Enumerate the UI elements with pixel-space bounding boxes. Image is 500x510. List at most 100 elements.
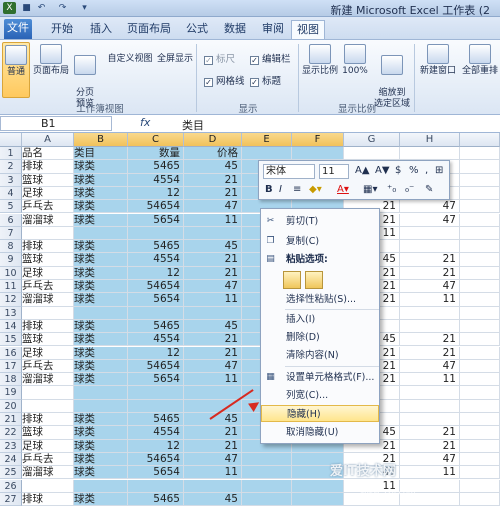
cell-b[interactable]: 球类: [74, 213, 128, 227]
cell-d[interactable]: 价格: [184, 147, 242, 161]
cell-i[interactable]: [460, 346, 500, 360]
row-header[interactable]: 25: [0, 466, 22, 480]
cell-h[interactable]: [400, 386, 460, 400]
row-header[interactable]: 18: [0, 373, 22, 387]
cell-h[interactable]: 47: [400, 200, 460, 214]
cell-a[interactable]: 足球: [22, 346, 74, 360]
cell-c[interactable]: 12: [128, 439, 184, 453]
cell-d[interactable]: 47: [184, 280, 242, 294]
increase-font-icon[interactable]: A▲: [355, 164, 370, 178]
row-header[interactable]: 5: [0, 200, 22, 214]
cell-h[interactable]: [400, 306, 460, 320]
cell-i[interactable]: [460, 452, 500, 467]
row-header[interactable]: 13: [0, 306, 22, 320]
cell-b[interactable]: 球类: [74, 240, 128, 254]
cell-d[interactable]: 45: [184, 492, 242, 507]
row-header[interactable]: 23: [0, 439, 22, 453]
cell-d[interactable]: 11: [184, 373, 242, 387]
row-header[interactable]: 19: [0, 386, 22, 400]
currency-icon[interactable]: $: [395, 164, 401, 178]
zoom-button[interactable]: 显示比例: [302, 42, 338, 98]
gridlines-checkbox[interactable]: ✓ 网格线: [204, 73, 245, 87]
cell-c[interactable]: 5654: [128, 373, 184, 387]
cell-b[interactable]: [74, 399, 128, 413]
menu-item-unhide[interactable]: 取消隐藏(U): [261, 424, 379, 441]
menu-item-column-width[interactable]: 列宽(C)...: [261, 387, 379, 404]
cell-i[interactable]: [460, 466, 500, 480]
cell-c[interactable]: 5465: [128, 240, 184, 254]
row-header[interactable]: 17: [0, 359, 22, 374]
tab-formulas[interactable]: 公式: [180, 20, 214, 39]
cell-d[interactable]: 21: [184, 266, 242, 280]
cell-i[interactable]: [460, 439, 500, 453]
cell-a[interactable]: 品名: [22, 147, 74, 161]
cell-b[interactable]: 球类: [74, 346, 128, 360]
cell-d[interactable]: 21: [184, 439, 242, 453]
cell-d[interactable]: 45: [184, 319, 242, 334]
menu-item-insert[interactable]: 插入(I): [261, 311, 379, 328]
cell-h[interactable]: [400, 399, 460, 413]
row-header[interactable]: 22: [0, 426, 22, 440]
row-header[interactable]: 26: [0, 479, 22, 493]
cell-i[interactable]: [460, 399, 500, 413]
cell-i[interactable]: [460, 293, 500, 307]
cell-b[interactable]: 球类: [74, 266, 128, 280]
row-header[interactable]: 9: [0, 253, 22, 267]
cell-h[interactable]: [400, 147, 460, 161]
cell-a[interactable]: [22, 226, 74, 241]
cell-a[interactable]: 溜溜球: [22, 293, 74, 307]
cell-c[interactable]: [128, 399, 184, 413]
cell-c[interactable]: 4554: [128, 173, 184, 187]
cell-a[interactable]: [22, 479, 74, 493]
cell-i[interactable]: [460, 306, 500, 320]
cell-d[interactable]: [184, 386, 242, 400]
tab-view[interactable]: 视图: [291, 20, 325, 39]
row-header[interactable]: 12: [0, 293, 22, 307]
cell-i[interactable]: [460, 479, 500, 493]
cell-i[interactable]: [460, 413, 500, 427]
zoom-to-selection-button[interactable]: 缩放到 选定区域: [372, 42, 412, 109]
bold-icon[interactable]: B: [265, 183, 273, 197]
cell-h[interactable]: 47: [400, 452, 460, 467]
font-size-box[interactable]: 11: [319, 164, 349, 179]
cell-b[interactable]: [74, 306, 128, 320]
redo-icon[interactable]: ↷: [56, 2, 69, 14]
row-header[interactable]: 16: [0, 346, 22, 360]
row-header[interactable]: 6: [0, 213, 22, 227]
tab-page-layout[interactable]: 页面布局: [122, 20, 176, 39]
cell-d[interactable]: 47: [184, 359, 242, 374]
cell-a[interactable]: 足球: [22, 186, 74, 201]
cell-d[interactable]: 11: [184, 213, 242, 227]
cell-c[interactable]: 5465: [128, 413, 184, 427]
cell-b[interactable]: 球类: [74, 200, 128, 214]
row-header[interactable]: 14: [0, 319, 22, 334]
column-header-d[interactable]: D: [184, 133, 242, 147]
cell-b[interactable]: 球类: [74, 492, 128, 507]
arrange-all-button[interactable]: 全部重排: [460, 42, 500, 86]
cell-h[interactable]: [400, 413, 460, 427]
cell-i[interactable]: [460, 266, 500, 280]
undo-icon[interactable]: ↶: [35, 2, 48, 14]
ruler-checkbox[interactable]: ✓ 标尺: [204, 51, 235, 65]
cell-i[interactable]: [460, 359, 500, 374]
cell-a[interactable]: 足球: [22, 266, 74, 280]
cell-a[interactable]: 排球: [22, 240, 74, 254]
select-all-corner[interactable]: [0, 133, 22, 147]
column-header-c[interactable]: C: [128, 133, 184, 147]
comma-style-icon[interactable]: ,: [425, 164, 428, 178]
menu-item-paste-special[interactable]: 选择性粘贴(S)...: [261, 291, 379, 308]
cell-d[interactable]: 21: [184, 333, 242, 347]
cell-d[interactable]: 45: [184, 160, 242, 174]
font-name-box[interactable]: 宋体: [263, 164, 315, 179]
cell-a[interactable]: 足球: [22, 439, 74, 453]
cell-a[interactable]: [22, 399, 74, 413]
cell-e[interactable]: [242, 466, 292, 480]
cell-h[interactable]: 11: [400, 293, 460, 307]
column-header-h[interactable]: H: [400, 133, 460, 147]
italic-icon[interactable]: I: [279, 183, 282, 197]
cell-h[interactable]: 11: [400, 466, 460, 480]
cell-i[interactable]: [460, 492, 500, 507]
cell-b[interactable]: 球类: [74, 333, 128, 347]
cell-i[interactable]: [460, 426, 500, 440]
increase-decimal-icon[interactable]: ⁺₀: [387, 183, 396, 197]
